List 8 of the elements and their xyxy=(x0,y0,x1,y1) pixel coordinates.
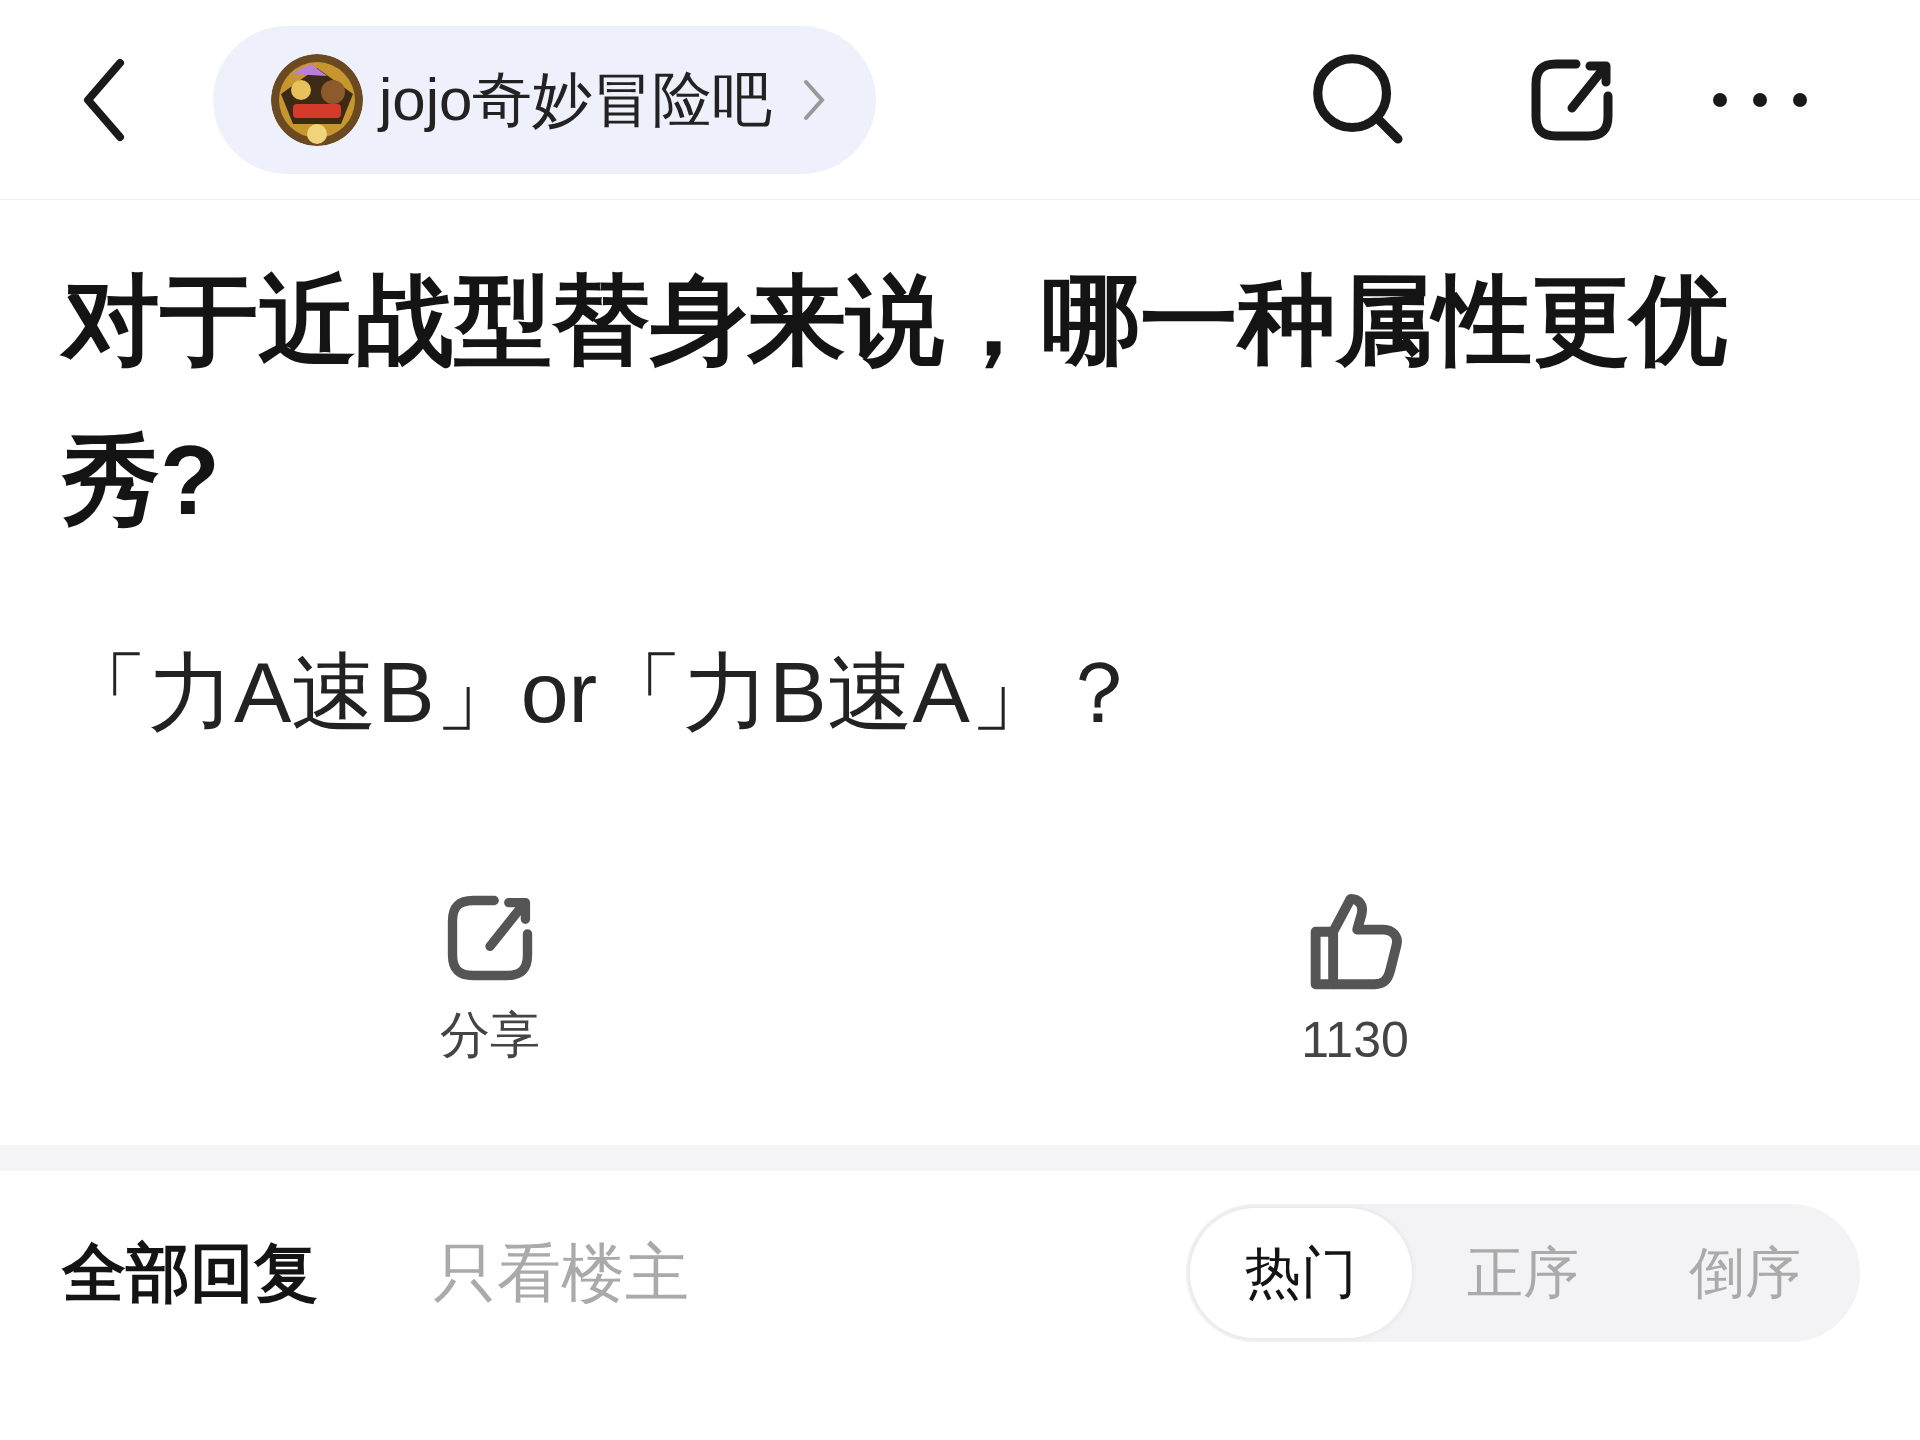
filter-tab[interactable]: 全部回复 xyxy=(62,1225,318,1321)
post-body: 「力A速B」or「力B速A」？ xyxy=(62,643,1143,742)
share-button[interactable]: 分享 xyxy=(440,888,540,1078)
forum-button[interactable]: jojo奇妙冒险吧 xyxy=(213,25,877,174)
post-title: 对于近战型替身来说，哪一种属性更优秀? xyxy=(62,264,1729,537)
sort-tab[interactable]: 热门 xyxy=(1190,1208,1412,1338)
chevron-right-icon xyxy=(802,77,827,122)
like-button[interactable]: 1130 xyxy=(1300,888,1410,1078)
